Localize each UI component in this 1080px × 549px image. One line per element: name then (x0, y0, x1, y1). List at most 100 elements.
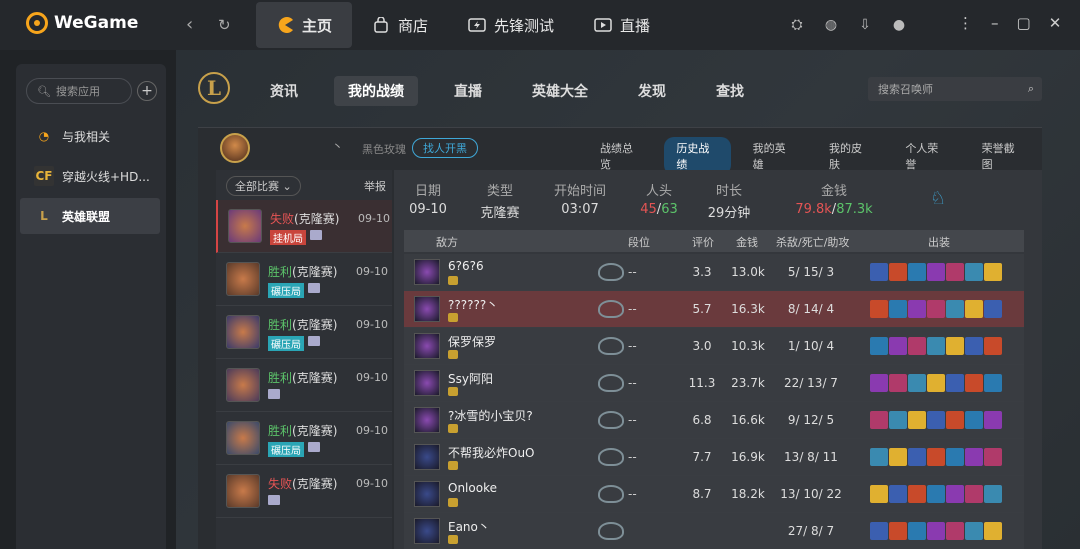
match-filter-dropdown[interactable]: 全部比赛 ⌄ (226, 176, 301, 196)
item-icon[interactable] (984, 411, 1002, 429)
player-name[interactable]: 保罗保罗 (448, 333, 496, 350)
screenshot-icon[interactable] (268, 495, 280, 505)
champion-avatar[interactable] (414, 481, 440, 507)
wegame-logo[interactable]: WeGame (26, 12, 138, 34)
item-icon[interactable] (889, 337, 907, 355)
item-icon[interactable] (946, 448, 964, 466)
item-icon[interactable] (965, 522, 983, 540)
minimize-icon[interactable]: – (991, 14, 999, 32)
item-icon[interactable] (927, 522, 945, 540)
tab-store[interactable]: 商店 (352, 2, 448, 48)
item-icon[interactable] (908, 374, 926, 392)
item-icon[interactable] (965, 448, 983, 466)
item-icon[interactable] (984, 522, 1002, 540)
item-icon[interactable] (946, 337, 964, 355)
history-row[interactable]: 胜利(克隆赛) 09-10 碾压局 (216, 306, 392, 359)
player-avatar[interactable] (220, 133, 250, 163)
champion-avatar[interactable] (414, 407, 440, 433)
lol-tab-heroes[interactable]: 英雄大全 (518, 76, 602, 106)
item-icon[interactable] (965, 263, 983, 281)
bug-icon[interactable]: ⛭ (788, 16, 806, 34)
lol-tab-news[interactable]: 资讯 (256, 76, 312, 106)
item-icon[interactable] (870, 300, 888, 318)
sidebar-item-lol[interactable]: L 英雄联盟 (20, 198, 160, 234)
sidebar-item-related[interactable]: ◔ 与我相关 (20, 118, 160, 154)
item-icon[interactable] (984, 448, 1002, 466)
summoner-search-input[interactable]: 搜索召唤师 ⌕ (868, 77, 1042, 101)
item-icon[interactable] (889, 300, 907, 318)
item-icon[interactable] (870, 374, 888, 392)
player-row[interactable]: ?冰雪的小宝贝? -- 6.8 16.6k 9/ 12/ 5 (404, 402, 1024, 439)
item-icon[interactable] (870, 337, 888, 355)
item-icon[interactable] (870, 448, 888, 466)
player-row[interactable]: Eano丶 27/ 8/ 7 (404, 513, 1024, 549)
item-icon[interactable] (908, 448, 926, 466)
item-icon[interactable] (889, 485, 907, 503)
item-icon[interactable] (927, 263, 945, 281)
champion-avatar[interactable] (414, 296, 440, 322)
champion-avatar[interactable] (414, 333, 440, 359)
close-icon[interactable]: ✕ (1049, 14, 1062, 32)
item-icon[interactable] (870, 411, 888, 429)
refresh-button[interactable]: ↻ (218, 16, 231, 34)
maximize-icon[interactable]: ▢ (1017, 14, 1031, 32)
tab-live[interactable]: 直播 (574, 2, 670, 48)
find-team-button[interactable]: 找人开黑 (412, 138, 478, 158)
item-icon[interactable] (946, 411, 964, 429)
item-icon[interactable] (870, 522, 888, 540)
item-icon[interactable] (965, 300, 983, 318)
item-icon[interactable] (946, 522, 964, 540)
item-icon[interactable] (984, 485, 1002, 503)
item-icon[interactable] (965, 485, 983, 503)
tab-pioneer-test[interactable]: 先锋测试 (448, 2, 574, 48)
item-icon[interactable] (965, 374, 983, 392)
item-icon[interactable] (908, 522, 926, 540)
item-icon[interactable] (946, 374, 964, 392)
player-name[interactable]: Ssy阿阳 (448, 370, 493, 387)
player-row[interactable]: Onlooke -- 8.7 18.2k 13/ 10/ 22 (404, 476, 1024, 513)
item-icon[interactable] (984, 300, 1002, 318)
report-button[interactable]: 举报 (364, 178, 386, 194)
history-row[interactable]: 胜利(克隆赛) 09-10 (216, 359, 392, 412)
history-row[interactable]: 胜利(克隆赛) 09-10 碾压局 (216, 253, 392, 306)
item-icon[interactable] (889, 263, 907, 281)
item-icon[interactable] (946, 263, 964, 281)
tab-home[interactable]: 主页 (256, 2, 353, 48)
chat-icon[interactable]: ◍ (822, 16, 840, 34)
lol-tab-discover[interactable]: 发现 (624, 76, 680, 106)
item-icon[interactable] (889, 448, 907, 466)
screenshot-icon[interactable] (308, 336, 320, 346)
item-icon[interactable] (984, 263, 1002, 281)
history-row[interactable]: 胜利(克隆赛) 09-10 碾压局 (216, 412, 392, 465)
item-icon[interactable] (984, 337, 1002, 355)
item-icon[interactable] (927, 448, 945, 466)
player-row[interactable]: 不帮我必炸OuO -- 7.7 16.9k 13/ 8/ 11 (404, 439, 1024, 476)
user-avatar-icon[interactable]: ● (890, 16, 908, 34)
item-icon[interactable] (927, 337, 945, 355)
item-icon[interactable] (965, 337, 983, 355)
sidebar-item-crossfire[interactable]: CF 穿越火线+HD... (20, 158, 160, 194)
item-icon[interactable] (908, 337, 926, 355)
download-icon[interactable]: ⇩ (856, 16, 874, 34)
screenshot-icon[interactable] (308, 283, 320, 293)
lol-tab-live[interactable]: 直播 (440, 76, 496, 106)
player-row[interactable]: 保罗保罗 -- 3.0 10.3k 1/ 10/ 4 (404, 328, 1024, 365)
item-icon[interactable] (965, 411, 983, 429)
player-row[interactable]: Ssy阿阳 -- 11.3 23.7k 22/ 13/ 7 (404, 365, 1024, 402)
player-name[interactable]: ??????丶 (448, 296, 498, 313)
add-app-button[interactable]: + (137, 81, 157, 101)
history-row[interactable]: 失败(克隆赛) 09-10 挂机局 (216, 200, 392, 253)
history-row[interactable]: 失败(克隆赛) 09-10 (216, 465, 392, 518)
item-icon[interactable] (889, 374, 907, 392)
item-icon[interactable] (889, 522, 907, 540)
item-icon[interactable] (870, 263, 888, 281)
player-name[interactable]: Onlooke (448, 481, 497, 495)
lol-tab-find[interactable]: 查找 (702, 76, 758, 106)
item-icon[interactable] (908, 485, 926, 503)
champion-avatar[interactable] (414, 370, 440, 396)
item-icon[interactable] (946, 300, 964, 318)
player-name[interactable]: 不帮我必炸OuO (448, 444, 535, 461)
champion-avatar[interactable] (414, 444, 440, 470)
item-icon[interactable] (908, 411, 926, 429)
item-icon[interactable] (908, 263, 926, 281)
